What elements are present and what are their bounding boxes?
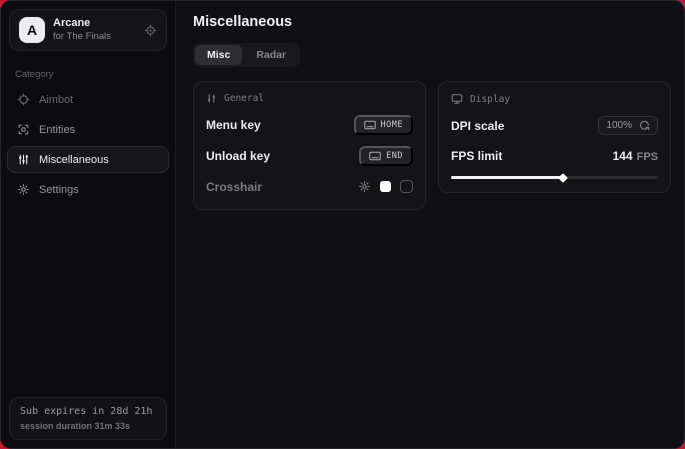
sliders-icon [206,93,217,104]
crosshair-label: Crosshair [206,180,262,194]
dpi-scale-label: DPI scale [451,119,504,133]
general-card-title: General [224,93,264,104]
general-card: General Menu key HOME [193,81,426,210]
settings-cards: General Menu key HOME [193,81,671,210]
keyboard-icon [364,120,376,130]
tab-radar[interactable]: Radar [244,45,298,65]
crosshair-controls [358,180,413,193]
dpi-reset-icon[interactable] [639,120,650,131]
sidebar-item-settings[interactable]: Settings [7,176,169,203]
subscription-info-card: Sub expires in 28d 21h session duration … [9,397,167,440]
gear-icon [17,183,30,196]
dpi-scale-value: 100% [606,120,632,131]
page-title: Miscellaneous [193,14,671,30]
fps-limit-slider[interactable] [451,176,658,179]
app-window: A Arcane for The Finals Category [0,0,685,449]
scan-box-icon [17,123,30,136]
desktop-backdrop: { "colors": { "backdrop_accent": "#c01a3… [0,0,685,449]
category-label: Category [15,69,161,80]
gear-icon[interactable] [144,24,157,37]
fps-limit-row: FPS limit 144 FPS [451,146,658,165]
crosshair-icon [17,93,30,106]
sub-expires-text: Sub expires in 28d 21h [20,406,156,417]
sidebar-item-label: Miscellaneous [39,154,109,166]
sidebar-item-label: Aimbot [39,94,73,106]
main-content: Miscellaneous Misc Radar General [176,1,685,448]
fps-slider-thumb[interactable] [558,173,568,183]
brand-text: Arcane for The Finals [53,17,111,43]
crosshair-settings-gear-icon[interactable] [358,180,371,193]
brand-logo: A [19,17,45,43]
fps-limit-value: 144 [613,149,633,163]
menu-key-label: Menu key [206,118,261,132]
sidebar: A Arcane for The Finals Category [1,1,176,448]
fps-slider-fill [451,176,563,179]
unload-key-value: END [386,151,403,161]
keyboard-icon [369,151,381,161]
unload-key-row: Unload key END [206,146,413,166]
general-card-header: General [206,93,413,104]
brand-subtitle: for The Finals [53,31,111,43]
menu-key-row: Menu key HOME [206,115,413,135]
menu-key-bind-button[interactable]: HOME [354,115,413,135]
brand-title: Arcane [53,17,111,31]
brand-card: A Arcane for The Finals [9,9,167,51]
sliders-icon [17,153,30,166]
sidebar-item-entities[interactable]: Entities [7,116,169,143]
monitor-icon [451,93,463,105]
sidebar-item-label: Settings [39,184,79,196]
crosshair-row: Crosshair [206,177,413,196]
unload-key-bind-button[interactable]: END [359,146,413,166]
tab-bar: Misc Radar [193,43,300,67]
menu-key-value: HOME [381,120,403,130]
sidebar-item-label: Entities [39,124,75,136]
unload-key-label: Unload key [206,149,270,163]
dpi-scale-row: DPI scale 100% [451,116,658,135]
crosshair-color-swatch[interactable] [380,181,391,192]
fps-limit-label: FPS limit [451,149,502,163]
display-card-title: Display [470,94,510,105]
session-duration-text: session duration 31m 33s [20,421,156,431]
display-card: Display DPI scale 100% [438,81,671,193]
sidebar-item-miscellaneous[interactable]: Miscellaneous [7,146,169,173]
fps-limit-unit: FPS [637,151,658,163]
crosshair-enable-checkbox[interactable] [400,180,413,193]
display-card-header: Display [451,93,658,105]
sidebar-nav: Aimbot Entities [1,86,175,203]
fps-limit-readout: 144 FPS [613,149,658,163]
sidebar-item-aimbot[interactable]: Aimbot [7,86,169,113]
dpi-scale-input[interactable]: 100% [598,116,658,135]
tab-misc[interactable]: Misc [195,45,242,65]
